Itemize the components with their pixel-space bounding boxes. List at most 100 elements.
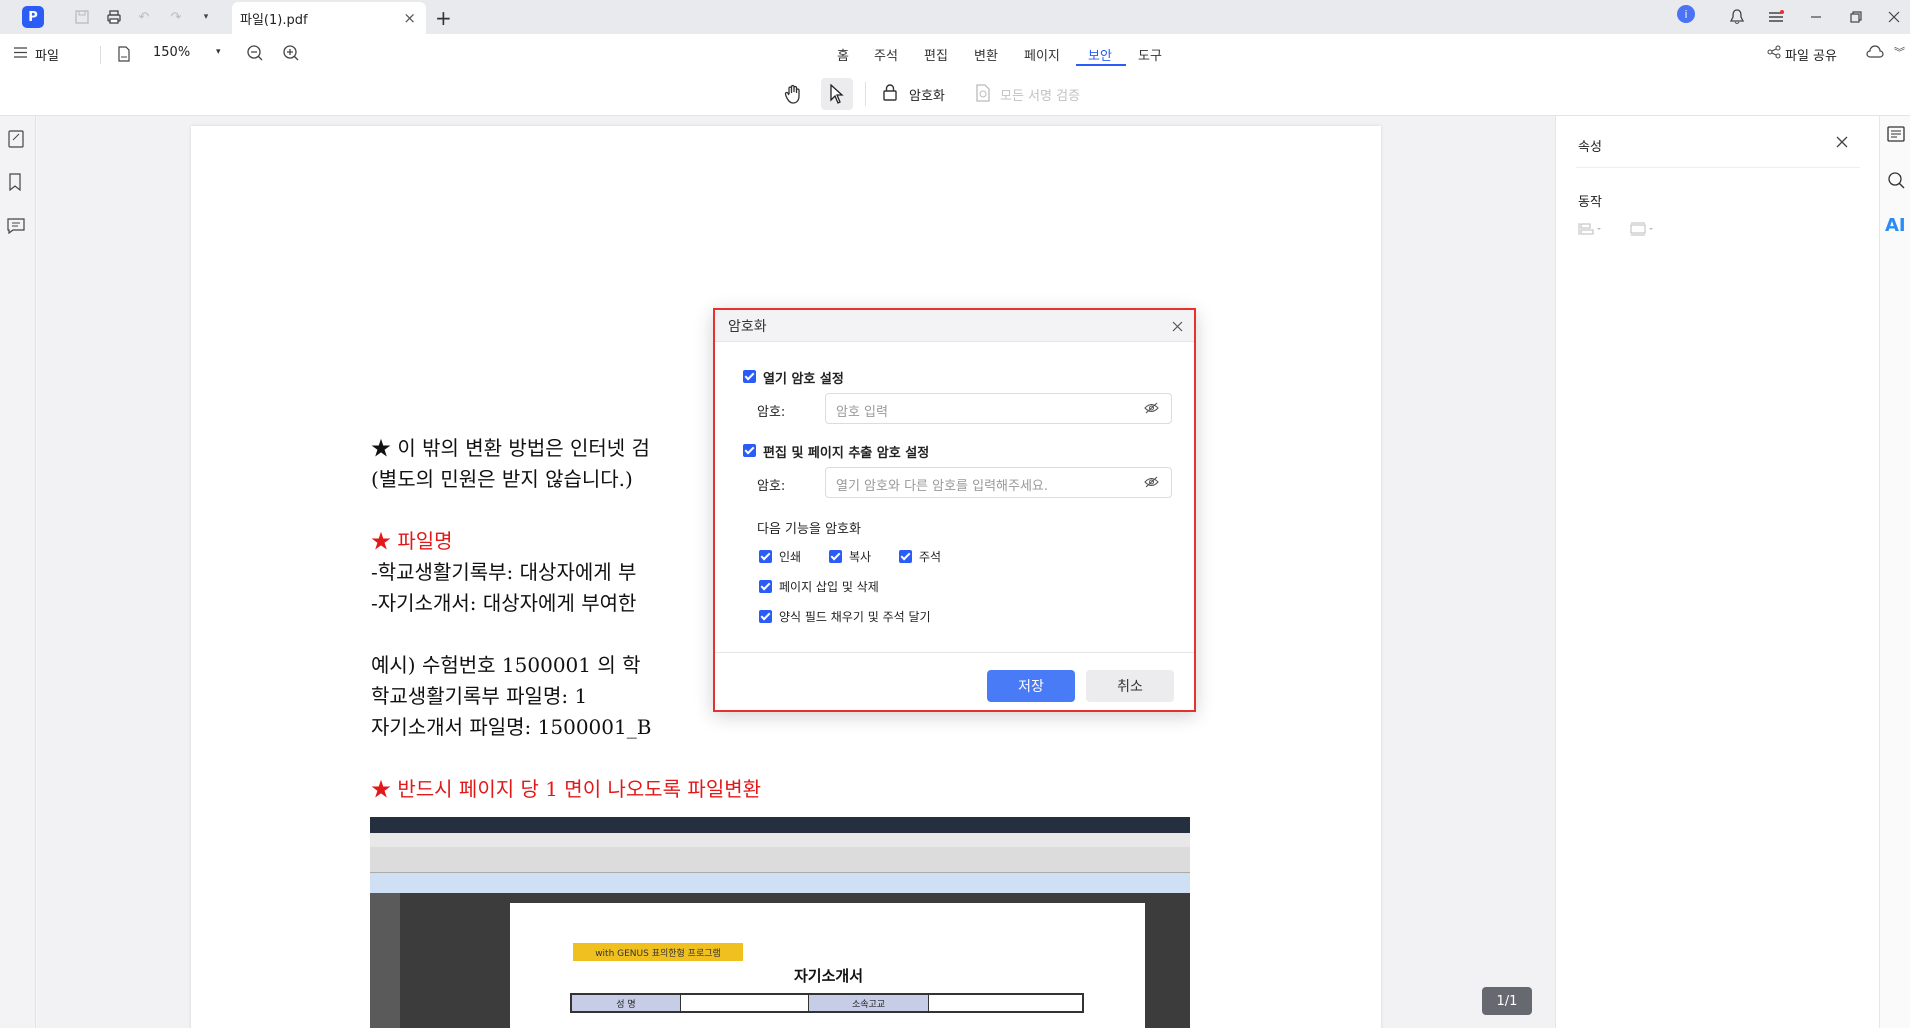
tab-close-icon[interactable]: × bbox=[403, 9, 416, 27]
properties-panel: 속성 동작 bbox=[1555, 116, 1879, 1028]
section-label: 동작 bbox=[1578, 195, 1602, 210]
print-option-label: 인쇄 bbox=[779, 550, 802, 564]
menu-icon[interactable] bbox=[1766, 7, 1786, 27]
share-file-button[interactable]: 파일 공유 bbox=[1785, 45, 1837, 64]
copy-checkbox[interactable] bbox=[829, 550, 842, 563]
fill-forms-checkbox[interactable] bbox=[759, 610, 772, 623]
hide-password-icon[interactable] bbox=[1144, 476, 1159, 488]
annotate-option-label: 주석 bbox=[919, 550, 942, 564]
restore-icon[interactable] bbox=[1846, 7, 1866, 27]
verify-signature-icon[interactable] bbox=[975, 84, 991, 102]
lock-icon[interactable] bbox=[883, 84, 897, 101]
copy-option-label: 복사 bbox=[849, 550, 872, 564]
embedded-titlebar bbox=[370, 817, 1190, 833]
doc-line: -자기소개서: 대상자에게 부여한 bbox=[371, 591, 637, 615]
embedded-table: 성 명 소속고교 bbox=[570, 993, 1084, 1013]
app-logo-icon: P bbox=[22, 6, 44, 28]
tab-title: 파일(1).pdf bbox=[240, 12, 308, 28]
embedded-infobar bbox=[370, 873, 1190, 893]
open-password-label: 열기 암호 설정 bbox=[763, 372, 844, 387]
permission-password-label: 편집 및 페이지 추출 암호 설정 bbox=[763, 446, 930, 461]
divider bbox=[100, 46, 101, 64]
panel-title: 속성 bbox=[1578, 140, 1602, 155]
open-password-input[interactable]: 암호 입력 bbox=[825, 393, 1172, 424]
annotate-checkbox[interactable] bbox=[899, 550, 912, 563]
thumbnail-icon[interactable] bbox=[8, 130, 24, 148]
dialog-header: 암호화 bbox=[715, 310, 1194, 342]
permission-password-placeholder: 열기 암호와 다른 암호를 입력해주세요. bbox=[836, 479, 1049, 494]
tab-convert[interactable]: 변환 bbox=[974, 45, 998, 64]
quick-access-dropdown-icon[interactable]: ▾ bbox=[196, 7, 216, 27]
active-tab-indicator bbox=[1076, 64, 1126, 66]
page-view-icon[interactable] bbox=[117, 46, 131, 62]
notification-bell-icon[interactable] bbox=[1727, 7, 1747, 27]
tab-home[interactable]: 홈 bbox=[837, 45, 849, 64]
doc-line: (별도의 민원은 받지 않습니다.) bbox=[371, 467, 633, 491]
title-bar: P ↶ ↷ ▾ 파일(1).pdf × + i bbox=[0, 0, 1910, 34]
document-tab[interactable]: 파일(1).pdf × bbox=[232, 2, 426, 34]
print-checkbox[interactable] bbox=[759, 550, 772, 563]
new-tab-button[interactable]: + bbox=[435, 6, 452, 30]
window-close-icon[interactable] bbox=[1884, 7, 1904, 27]
embedded-sidebar bbox=[370, 893, 400, 1028]
tab-tools[interactable]: 도구 bbox=[1138, 45, 1162, 64]
encrypt-features-label: 다음 기능을 암호화 bbox=[757, 522, 861, 537]
zoom-in-icon[interactable] bbox=[283, 45, 299, 61]
embedded-cell: 성 명 bbox=[572, 995, 680, 1011]
embedded-cell: 소속고교 bbox=[808, 995, 928, 1011]
tab-edit[interactable]: 편집 bbox=[924, 45, 948, 64]
embedded-page: with GENUS 표의한형 프로그램 자기소개서 성 명 소속고교 bbox=[510, 903, 1145, 1028]
permission-password-input[interactable]: 열기 암호와 다른 암호를 입력해주세요. bbox=[825, 467, 1172, 498]
hand-tool-icon[interactable] bbox=[779, 80, 807, 108]
password-label: 암호: bbox=[757, 479, 786, 494]
verify-all-signatures-button[interactable]: 모든 서명 검증 bbox=[1000, 85, 1080, 104]
tab-annotate[interactable]: 주석 bbox=[874, 45, 898, 64]
properties-icon[interactable] bbox=[1887, 126, 1905, 142]
hamburger-icon[interactable] bbox=[14, 47, 27, 58]
print-icon[interactable] bbox=[104, 7, 124, 27]
bookmark-icon[interactable] bbox=[8, 173, 22, 191]
account-avatar[interactable]: i bbox=[1677, 5, 1695, 23]
align-icon[interactable] bbox=[1578, 222, 1604, 236]
embedded-menubar bbox=[370, 833, 1190, 847]
zoom-out-icon[interactable] bbox=[247, 45, 263, 61]
save-icon[interactable] bbox=[72, 7, 92, 27]
save-button[interactable]: 저장 bbox=[987, 670, 1075, 702]
permission-password-checkbox[interactable] bbox=[743, 444, 756, 457]
insert-delete-checkbox[interactable] bbox=[759, 580, 772, 593]
doc-line: 학교생활기록부 파일명: 1 bbox=[371, 684, 588, 708]
cloud-icon[interactable] bbox=[1866, 45, 1884, 59]
minimize-icon[interactable] bbox=[1806, 7, 1826, 27]
share-icon[interactable] bbox=[1767, 45, 1781, 59]
cancel-button[interactable]: 취소 bbox=[1086, 670, 1174, 702]
search-icon[interactable] bbox=[1887, 171, 1905, 189]
fill-forms-option-label: 양식 필드 채우기 및 주석 달기 bbox=[779, 610, 931, 624]
undo-icon[interactable]: ↶ bbox=[134, 7, 154, 27]
insert-delete-option-label: 페이지 삽입 및 삭제 bbox=[779, 580, 879, 594]
divider bbox=[715, 652, 1194, 653]
dialog-close-icon[interactable] bbox=[1172, 321, 1183, 332]
file-menu[interactable]: 파일 bbox=[35, 45, 59, 64]
embedded-screenshot-image: with GENUS 표의한형 프로그램 자기소개서 성 명 소속고교 bbox=[370, 817, 1190, 1028]
panel-close-icon[interactable] bbox=[1836, 136, 1848, 148]
hide-password-icon[interactable] bbox=[1144, 402, 1159, 414]
encrypt-button[interactable]: 암호화 bbox=[909, 85, 945, 104]
page-counter: 1/1 bbox=[1482, 987, 1532, 1015]
tab-page[interactable]: 페이지 bbox=[1024, 45, 1060, 64]
zoom-level[interactable]: 150% bbox=[153, 45, 190, 60]
collapse-ribbon-icon[interactable]: ︾ bbox=[1894, 44, 1905, 60]
redo-icon[interactable]: ↷ bbox=[166, 7, 186, 27]
select-tool-icon[interactable] bbox=[821, 78, 853, 110]
zoom-dropdown-icon[interactable]: ▾ bbox=[216, 47, 221, 57]
doc-line: 자기소개서 파일명: 1500001_B bbox=[371, 715, 652, 739]
embedded-heading: 자기소개서 bbox=[794, 967, 864, 985]
encrypt-dialog: 암호화 열기 암호 설정 암호: 암호 입력 편집 및 페이지 추출 암호 설정… bbox=[713, 308, 1196, 712]
comment-icon[interactable] bbox=[7, 218, 25, 234]
tab-security[interactable]: 보안 bbox=[1088, 45, 1112, 64]
open-password-checkbox[interactable] bbox=[743, 370, 756, 383]
doc-line: ★ 이 밖의 변환 방법은 인터넷 검 bbox=[371, 436, 650, 460]
distribute-icon[interactable] bbox=[1630, 222, 1656, 236]
doc-line: ★ 파일명 bbox=[371, 529, 453, 553]
embedded-toolbar bbox=[370, 847, 1190, 873]
ai-assistant-icon[interactable]: AI bbox=[1885, 215, 1906, 236]
